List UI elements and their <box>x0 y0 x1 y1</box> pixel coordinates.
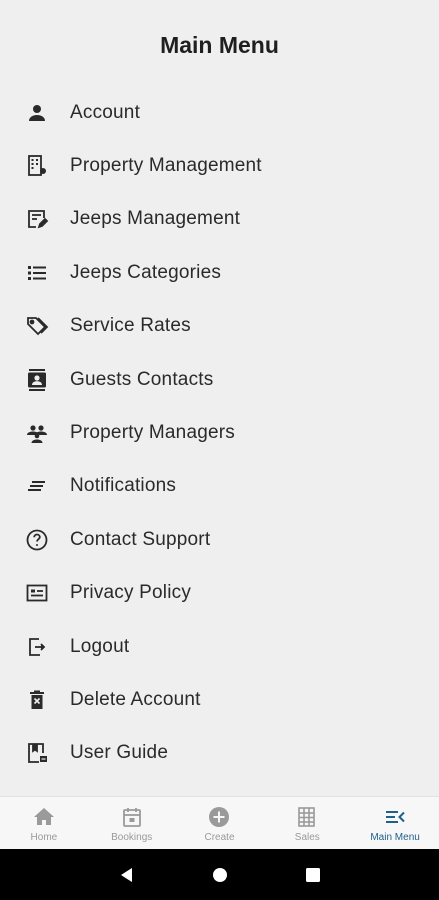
calendar-icon <box>122 808 141 827</box>
menu-item-property-management[interactable]: Property Management <box>0 139 439 192</box>
nav-label: Bookings <box>111 832 153 843</box>
back-icon[interactable] <box>117 865 137 885</box>
menu-item-account[interactable]: Account <box>0 86 439 139</box>
main-menu-list: Account Property Management Jeeps Manage… <box>0 86 439 780</box>
nav-label: Sales <box>294 832 320 843</box>
menu-item-label: User Guide <box>70 742 169 764</box>
menu-item-label: Jeeps Categories <box>70 261 222 283</box>
menu-item-label: Delete Account <box>70 688 201 710</box>
menu-item-privacy-policy[interactable]: Privacy Policy <box>0 567 439 620</box>
nav-sales[interactable]: Sales <box>263 797 351 849</box>
person-icon <box>24 100 50 126</box>
trash-icon <box>24 687 50 713</box>
add-circle-icon <box>209 807 230 827</box>
group-icon <box>24 420 50 446</box>
menu-item-label: Privacy Policy <box>70 582 192 604</box>
menu-item-logout[interactable]: Logout <box>0 620 439 673</box>
home-circle-icon[interactable] <box>210 865 230 885</box>
nav-home[interactable]: Home <box>0 797 88 849</box>
menu-item-notifications[interactable]: Notifications <box>0 460 439 513</box>
recents-icon[interactable] <box>303 865 323 885</box>
menu-item-delete-account[interactable]: Delete Account <box>0 673 439 726</box>
bottom-navigation: Home Bookings Create Sales Main Menu <box>0 796 439 849</box>
menu-item-service-rates[interactable]: Service Rates <box>0 300 439 353</box>
menu-item-property-managers[interactable]: Property Managers <box>0 406 439 459</box>
menu-item-label: Property Management <box>70 155 262 177</box>
building-icon <box>24 153 50 179</box>
menu-item-label: Property Managers <box>70 422 235 444</box>
tag-icon <box>24 313 50 339</box>
notes-icon <box>24 473 50 499</box>
menu-item-guests-contacts[interactable]: Guests Contacts <box>0 353 439 406</box>
menu-item-label: Logout <box>70 635 130 657</box>
menu-item-jeeps-categories[interactable]: Jeeps Categories <box>0 246 439 299</box>
home-icon <box>33 808 54 825</box>
sales-grid-icon <box>298 807 316 827</box>
menu-icon <box>386 811 405 823</box>
contacts-icon <box>24 367 50 393</box>
menu-item-label: Notifications <box>70 475 177 497</box>
help-icon <box>24 527 50 553</box>
menu-item-label: Jeeps Management <box>70 208 241 230</box>
guide-icon <box>24 740 50 766</box>
system-navigation-bar <box>0 849 439 900</box>
menu-item-user-guide[interactable]: User Guide <box>0 727 439 780</box>
nav-bookings[interactable]: Bookings <box>88 797 176 849</box>
id-card-icon <box>24 580 50 606</box>
menu-item-label: Service Rates <box>70 315 191 337</box>
edit-form-icon <box>24 206 50 232</box>
nav-create[interactable]: Create <box>176 797 264 849</box>
menu-item-contact-support[interactable]: Contact Support <box>0 513 439 566</box>
nav-label: Main Menu <box>370 832 420 843</box>
nav-label: Create <box>204 832 235 843</box>
menu-item-label: Account <box>70 101 141 123</box>
page-title: Main Menu <box>160 32 279 58</box>
logout-icon <box>24 634 50 660</box>
list-icon <box>24 260 50 286</box>
nav-label: Home <box>30 832 58 843</box>
menu-item-label: Guests Contacts <box>70 368 214 390</box>
nav-main-menu[interactable]: Main Menu <box>351 797 439 849</box>
menu-item-jeeps-management[interactable]: Jeeps Management <box>0 193 439 246</box>
menu-item-label: Contact Support <box>70 528 211 550</box>
